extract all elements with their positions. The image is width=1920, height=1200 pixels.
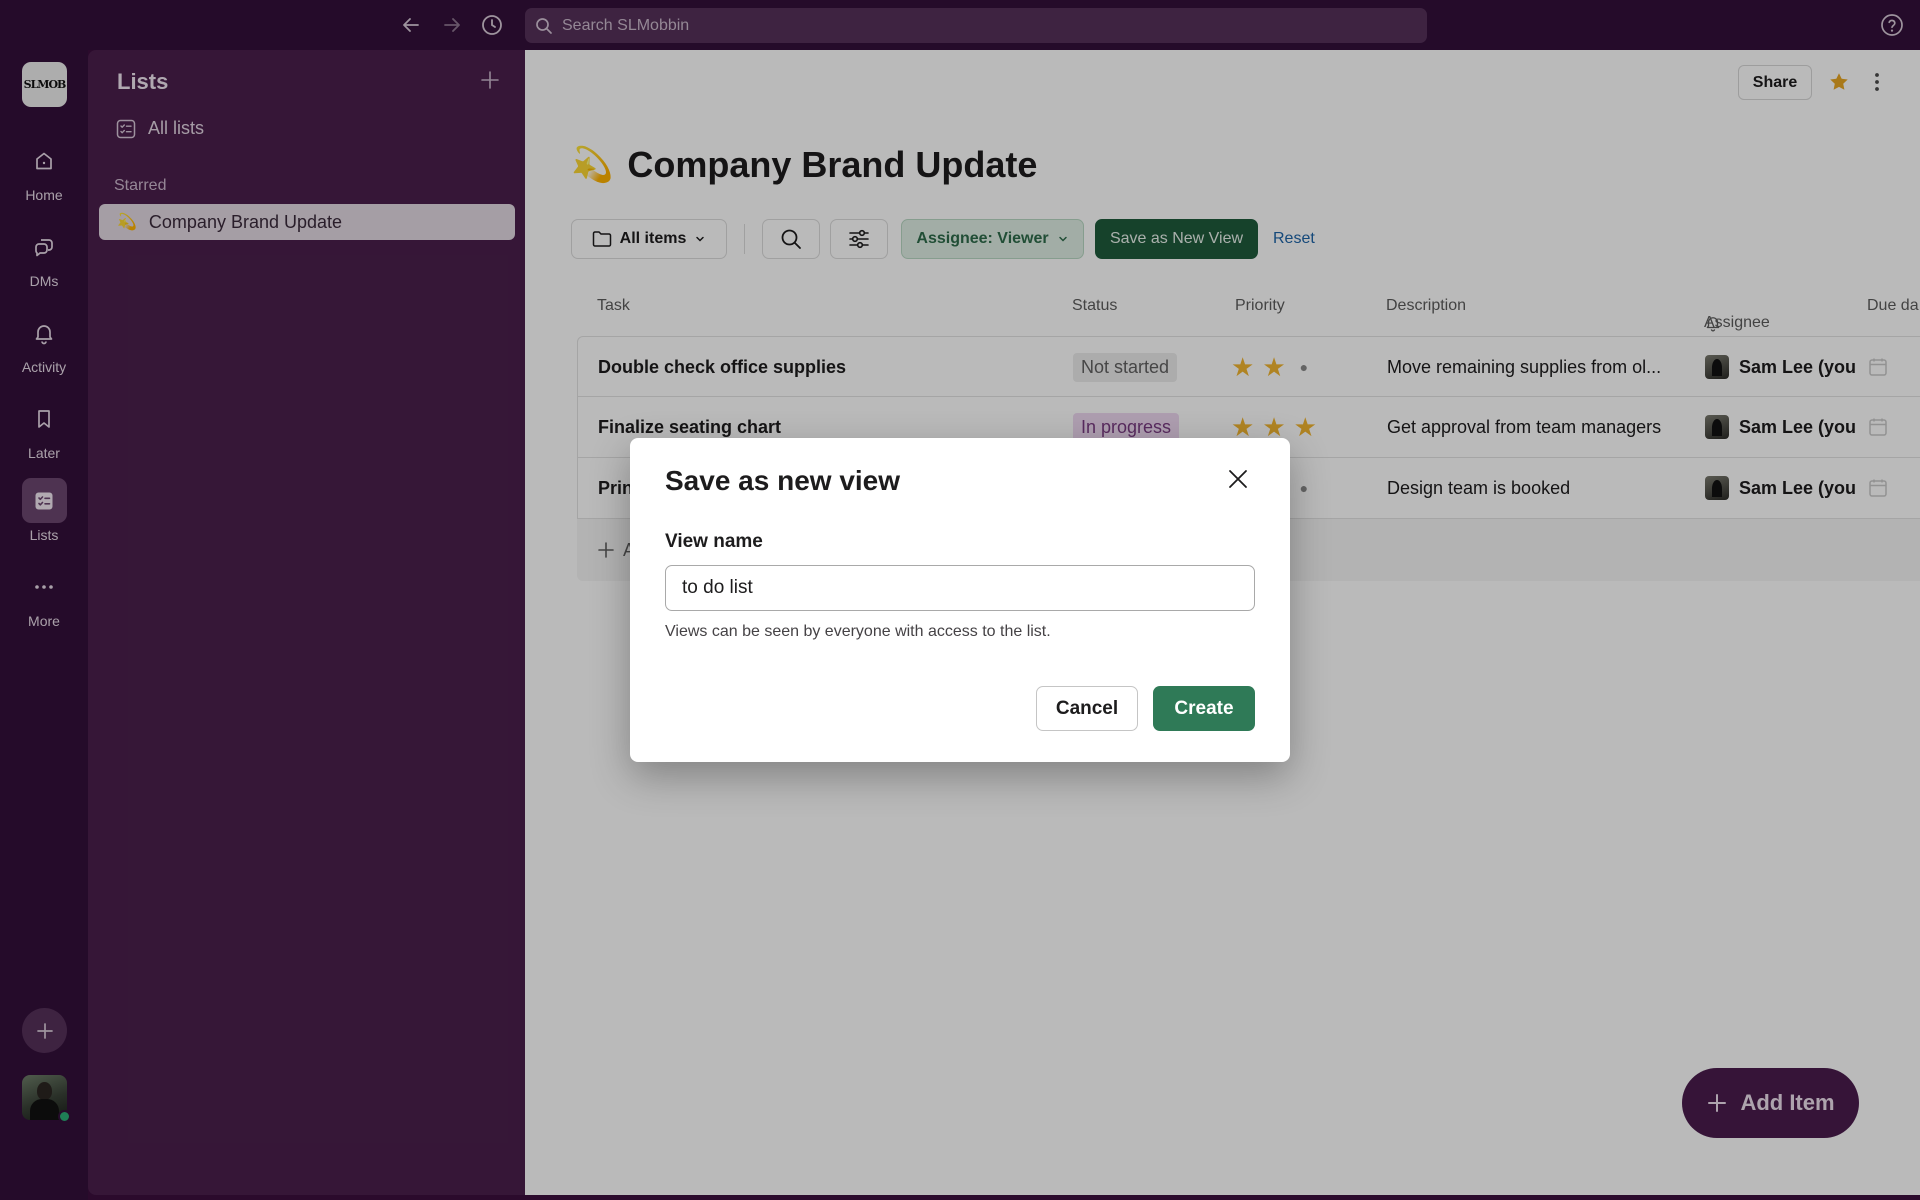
view-name-label: View name bbox=[665, 531, 763, 552]
create-button[interactable]: Create bbox=[1153, 686, 1255, 731]
cancel-button[interactable]: Cancel bbox=[1036, 686, 1138, 731]
save-view-dialog: Save as new view View name Views can be … bbox=[630, 438, 1290, 762]
close-icon[interactable] bbox=[1227, 468, 1249, 490]
view-name-input[interactable] bbox=[665, 565, 1255, 611]
dialog-title: Save as new view bbox=[665, 465, 901, 496]
view-visibility-hint: Views can be seen by everyone with acces… bbox=[665, 623, 1051, 640]
